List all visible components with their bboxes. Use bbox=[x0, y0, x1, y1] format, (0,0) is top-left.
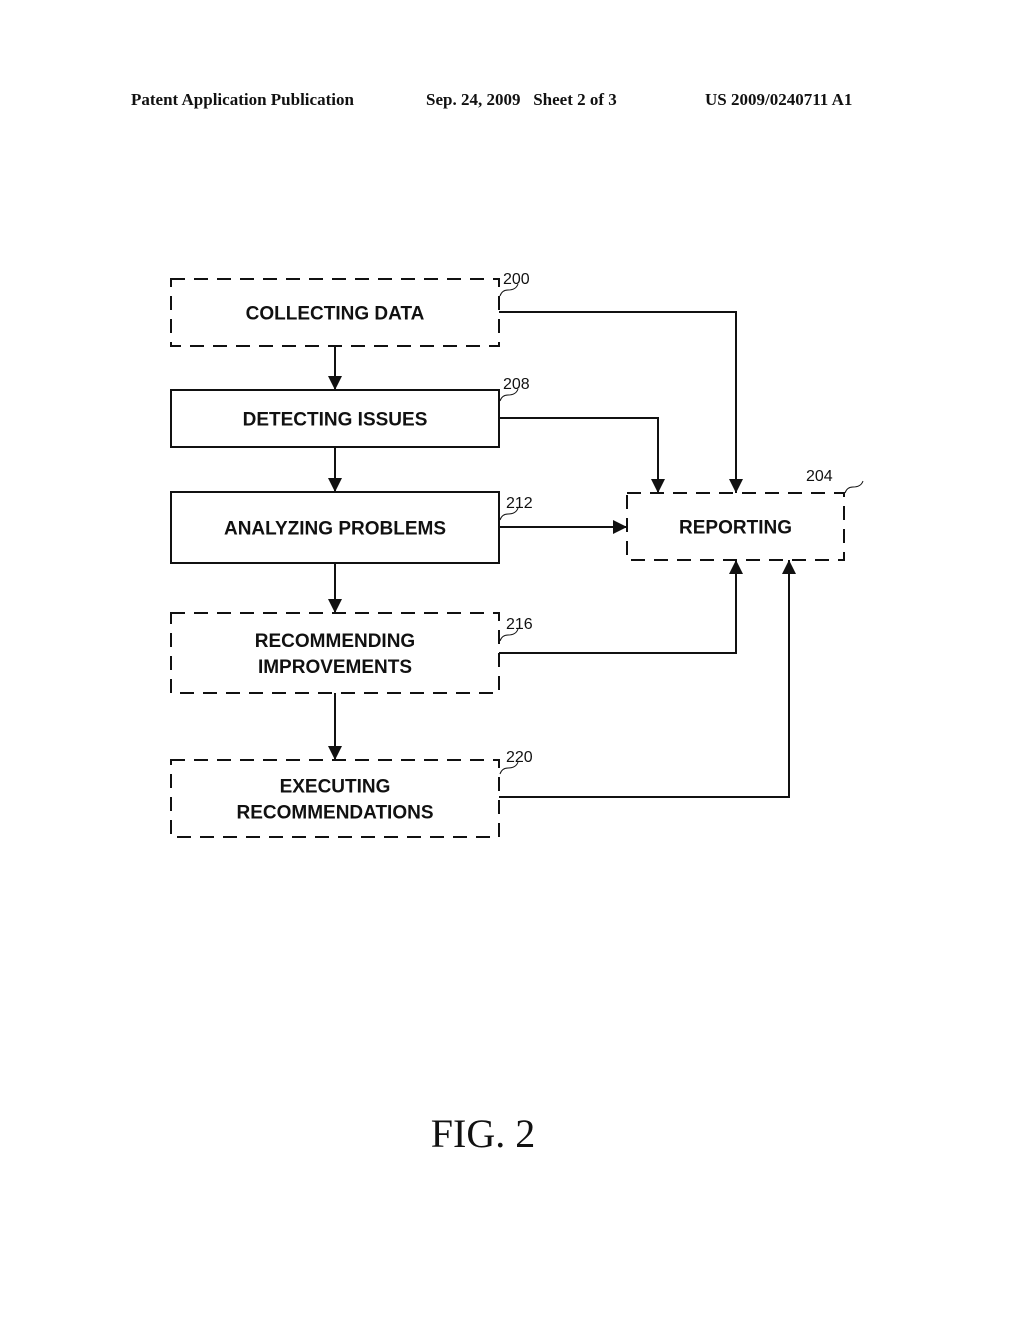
edge-detecting-to-reporting bbox=[499, 417, 665, 493]
reference-leader bbox=[844, 480, 864, 494]
node-executing: EXECUTING RECOMMENDATIONS 220 bbox=[170, 749, 533, 838]
node-reporting: REPORTING 204 bbox=[626, 468, 864, 561]
edge-recommending-to-reporting bbox=[499, 560, 743, 654]
node-label: REPORTING bbox=[679, 518, 792, 539]
reference-numeral: 200 bbox=[503, 271, 530, 288]
node-label: COLLECTING DATA bbox=[246, 304, 425, 325]
node-recommending: RECOMMENDING IMPROVEMENTS 216 bbox=[170, 612, 533, 694]
reference-numeral: 208 bbox=[503, 376, 530, 393]
node-detecting: DETECTING ISSUES 208 bbox=[170, 376, 530, 448]
node-box bbox=[170, 759, 500, 838]
edge-collecting-to-reporting bbox=[499, 311, 743, 493]
figure-label: FIG. 2 bbox=[430, 1111, 536, 1156]
edge-executing-to-reporting bbox=[499, 560, 796, 798]
node-label: ANALYZING PROBLEMS bbox=[224, 519, 446, 540]
node-label: RECOMMENDATIONS bbox=[236, 803, 433, 824]
reference-numeral: 220 bbox=[506, 749, 533, 766]
reference-numeral: 204 bbox=[806, 468, 833, 485]
node-box bbox=[170, 612, 500, 694]
node-label: IMPROVEMENTS bbox=[258, 657, 412, 678]
node-label: DETECTING ISSUES bbox=[243, 410, 428, 431]
reference-numeral: 216 bbox=[506, 616, 533, 633]
node-collecting: COLLECTING DATA 200 bbox=[170, 271, 530, 347]
reference-numeral: 212 bbox=[506, 495, 533, 512]
node-label: EXECUTING bbox=[280, 777, 391, 798]
node-analyzing: ANALYZING PROBLEMS 212 bbox=[170, 491, 533, 564]
node-label: RECOMMENDING bbox=[255, 631, 415, 652]
